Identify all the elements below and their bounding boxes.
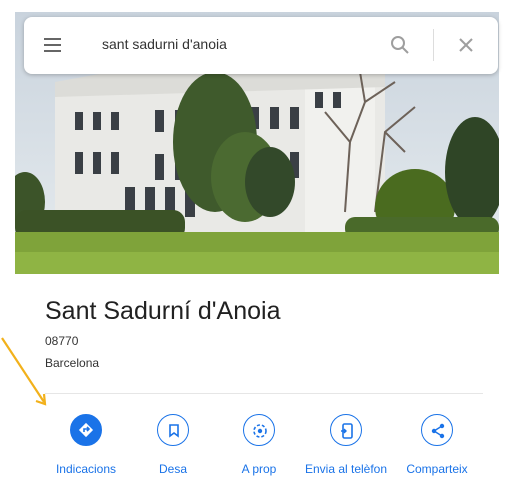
directions-label: Indicacions <box>55 462 117 476</box>
save-label: Desa <box>158 462 187 476</box>
bookmark-icon <box>157 414 189 446</box>
nearby-button[interactable]: A prop <box>216 414 302 476</box>
place-region: Barcelona <box>45 356 100 370</box>
share-icon <box>421 414 453 446</box>
share-button[interactable]: Comparteix <box>394 414 480 476</box>
search-input[interactable]: sant sadurni d'anoia <box>102 36 227 52</box>
send-to-phone-icon <box>330 414 362 446</box>
place-title: Sant Sadurní d'Anoia <box>45 297 281 325</box>
place-postcode: 08770 <box>45 334 79 348</box>
divider <box>45 393 483 394</box>
send-to-phone-button[interactable]: Envia al telèfon <box>303 414 389 484</box>
hamburger-menu-icon[interactable] <box>42 35 64 55</box>
nearby-label: A prop <box>241 462 277 476</box>
search-divider <box>433 29 434 61</box>
close-icon[interactable] <box>454 33 478 57</box>
save-button[interactable]: Desa <box>130 414 216 476</box>
send-to-phone-label: Envia al telèfon <box>304 462 388 476</box>
nearby-icon <box>243 414 275 446</box>
directions-button[interactable]: Indicacions <box>43 414 129 476</box>
search-bar: sant sadurni d'anoia <box>24 17 498 74</box>
search-icon[interactable] <box>388 33 412 57</box>
directions-icon <box>70 414 102 446</box>
share-label: Comparteix <box>406 462 468 476</box>
